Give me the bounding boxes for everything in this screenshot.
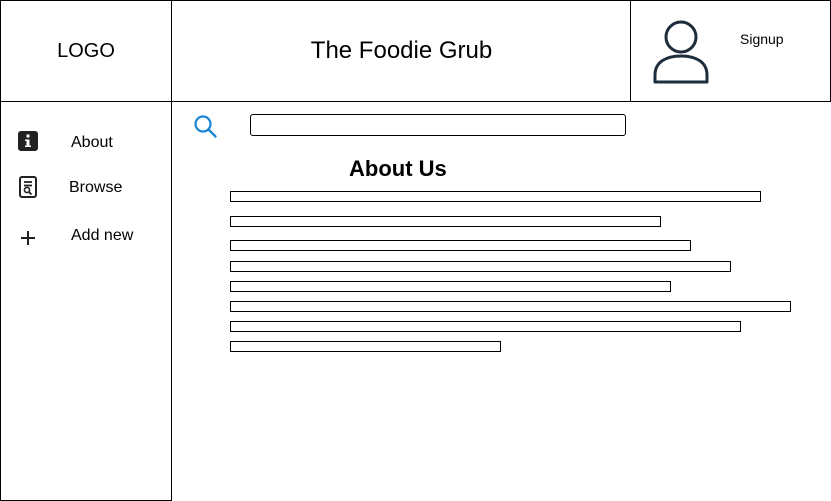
user-area: Signup — [630, 0, 831, 102]
page-title: About Us — [349, 156, 447, 181]
user-avatar-icon[interactable] — [652, 19, 712, 85]
sidebar-item-label: Browse — [69, 179, 123, 196]
plus-icon — [17, 227, 39, 249]
text-placeholder-line — [230, 240, 691, 251]
search-icon[interactable] — [193, 114, 219, 140]
text-placeholder-line — [230, 301, 791, 312]
info-icon — [17, 130, 39, 152]
sidebar-item-browse[interactable]: Browse — [1, 172, 171, 202]
sidebar-item-label: About — [71, 134, 113, 151]
text-placeholder-line — [230, 341, 501, 352]
logo-text: LOGO — [57, 39, 115, 62]
sidebar-item-label: Add new — [71, 227, 134, 244]
sidebar-item-add-new[interactable]: Add new — [1, 222, 171, 252]
text-placeholder-line — [230, 321, 741, 332]
document-search-icon — [17, 176, 39, 198]
search-input[interactable] — [250, 114, 626, 136]
text-placeholder-line — [230, 281, 671, 292]
text-placeholder-line — [230, 261, 731, 272]
site-title: The Foodie Grub — [310, 37, 493, 64]
text-placeholder-line — [230, 191, 761, 202]
text-placeholder-line — [230, 216, 661, 227]
sidebar-item-about[interactable]: About — [1, 127, 171, 157]
sidebar: About Browse Add new — [0, 101, 172, 501]
signup-link[interactable]: Signup — [740, 31, 784, 47]
logo: LOGO — [0, 0, 172, 102]
header-title-area: The Foodie Grub — [171, 0, 632, 102]
